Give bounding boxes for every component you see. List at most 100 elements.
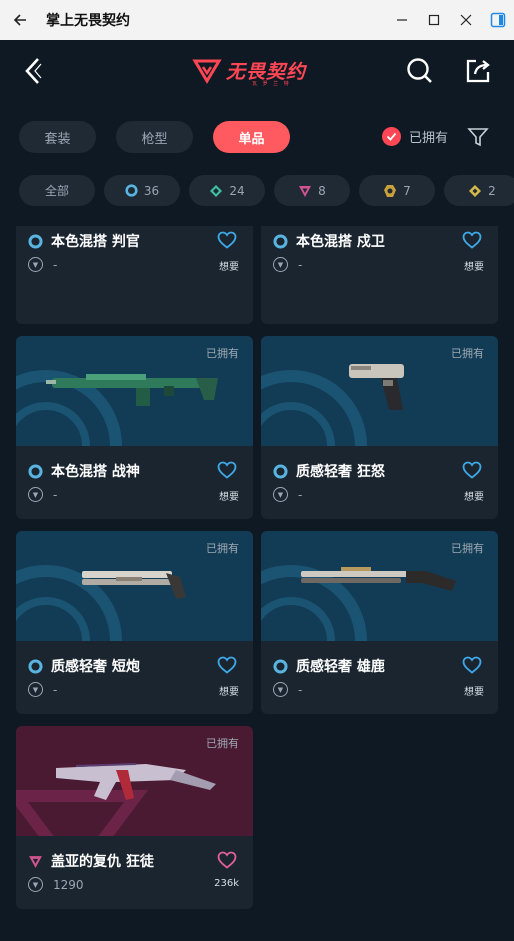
tab-bundles[interactable]: 套装 (19, 121, 96, 153)
sidebar-panel-icon (490, 12, 506, 28)
frenzy-pistol-image (349, 364, 404, 410)
skin-name: 盖亚的复仇 狂徒 (51, 854, 154, 870)
want-label[interactable]: 想要 (464, 488, 484, 503)
back-button[interactable] (16, 54, 50, 88)
maximize-button[interactable] (418, 0, 450, 40)
close-button[interactable] (450, 0, 482, 40)
arrow-left-icon (13, 14, 26, 26)
chip-count: 24 (229, 183, 245, 198)
select-tier-icon (273, 233, 288, 249)
skin-name: 质感轻奢 短炮 (51, 659, 140, 675)
funnel-icon (467, 128, 489, 147)
chip-label: 全部 (44, 184, 69, 198)
chip-exclusive-tier[interactable]: 7 (359, 175, 435, 206)
skin-price: - (53, 257, 58, 272)
valorant-logo: 无畏契约 瓦 罗 兰 特 (192, 52, 322, 88)
skin-card[interactable]: 已拥有 质感轻奢 短炮 ▼ - 想要 (16, 531, 253, 714)
heart-icon[interactable] (462, 461, 482, 479)
select-tier-icon (28, 463, 43, 479)
chip-deluxe-tier[interactable]: 24 (189, 175, 265, 206)
share-icon (466, 59, 490, 83)
skin-price: 1290 (53, 877, 84, 892)
share-button[interactable] (461, 54, 495, 88)
want-label[interactable]: 想要 (219, 258, 239, 273)
heart-icon[interactable] (462, 656, 482, 674)
skin-name: 本色混搭 战神 (51, 464, 140, 480)
vp-currency-icon: ▼ (28, 487, 43, 502)
want-label[interactable]: 想要 (464, 258, 484, 273)
select-tier-icon (273, 463, 288, 479)
skin-image: 已拥有 (16, 726, 253, 836)
minimize-icon (397, 19, 407, 21)
skin-card[interactable]: 已拥有 质感轻奢 雄鹿 ▼ - 想要 (261, 531, 498, 714)
app-header: 无畏契约 瓦 罗 兰 特 (0, 40, 514, 102)
skin-card[interactable]: 已拥有 质感轻奢 狂怒 ▼ - 想要 (261, 336, 498, 519)
skin-grid: 本色混搭 判官 ▼ - 想要 本色混搭 戍卫 ▼ - 想要 已拥有 本色混搭 战… (16, 226, 498, 941)
skin-card[interactable]: 已拥有 本色混搭 战神 ▼ - 想要 (16, 336, 253, 519)
heart-icon[interactable] (217, 461, 237, 479)
heart-icon[interactable] (217, 231, 237, 249)
skin-card[interactable]: 本色混搭 戍卫 ▼ - 想要 (261, 226, 498, 324)
owned-filter-label: 已拥有 (409, 131, 449, 146)
skin-image: 已拥有 (261, 336, 498, 446)
chip-count: 2 (488, 183, 496, 198)
logo-subtitle: 瓦 罗 兰 特 (252, 81, 291, 87)
vp-currency-icon: ▼ (28, 877, 43, 892)
vp-currency-icon: ▼ (28, 257, 43, 272)
checked-circle-icon (382, 127, 401, 146)
premium-tier-icon (29, 855, 42, 868)
owned-tag: 已拥有 (206, 542, 239, 555)
owned-tag: 已拥有 (206, 347, 239, 360)
chevron-left-icon (25, 58, 42, 84)
select-tier-icon (125, 184, 138, 197)
category-tabs: 套装 枪型 单品 (19, 121, 290, 153)
skin-name: 质感轻奢 狂怒 (296, 464, 385, 480)
vp-currency-icon: ▼ (273, 682, 288, 697)
skin-name: 质感轻奢 雄鹿 (296, 659, 385, 675)
window-back-button[interactable] (0, 0, 40, 40)
rarity-filter-bar: 全部 36 24 8 7 2 (19, 175, 514, 207)
odin-rifle-image (46, 374, 218, 406)
bucky-shotgun-image (301, 567, 456, 591)
ultra-tier-icon (469, 184, 482, 197)
vp-currency-icon: ▼ (273, 257, 288, 272)
want-count[interactable]: 236k (214, 878, 239, 889)
premium-tier-icon (299, 185, 312, 197)
want-label[interactable]: 想要 (219, 683, 239, 698)
exclusive-tier-icon (384, 184, 397, 197)
heart-icon[interactable] (217, 851, 237, 869)
heart-icon[interactable] (462, 231, 482, 249)
heart-icon[interactable] (217, 656, 237, 674)
maximize-icon (428, 14, 440, 26)
sidebar-toggle-button[interactable] (482, 0, 514, 40)
owned-filter-toggle[interactable]: 已拥有 (382, 127, 448, 146)
skin-image: 已拥有 (261, 531, 498, 641)
filter-button[interactable] (467, 126, 489, 148)
chip-count: 7 (403, 183, 411, 198)
want-label[interactable]: 想要 (464, 683, 484, 698)
vp-currency-icon: ▼ (273, 487, 288, 502)
deluxe-tier-icon (210, 184, 223, 197)
chip-select-tier[interactable]: 36 (104, 175, 180, 206)
vp-currency-icon: ▼ (28, 682, 43, 697)
want-label[interactable]: 想要 (219, 488, 239, 503)
select-tier-icon (28, 658, 43, 674)
select-tier-icon (273, 658, 288, 674)
skin-price: - (298, 682, 303, 697)
skin-card[interactable]: 已拥有 盖亚的复仇 狂徒 ▼ 1290 236k (16, 726, 253, 909)
minimize-button[interactable] (386, 0, 418, 40)
skin-price: - (298, 257, 303, 272)
chip-all[interactable]: 全部 (19, 175, 95, 206)
tab-weapon-type[interactable]: 枪型 (116, 121, 193, 153)
search-button[interactable] (403, 54, 437, 88)
valorant-v-icon (192, 59, 222, 84)
chip-ultra-tier[interactable]: 2 (444, 175, 514, 206)
skin-image: 已拥有 (16, 531, 253, 641)
skin-card[interactable]: 本色混搭 判官 ▼ - 想要 (16, 226, 253, 324)
skin-name: 本色混搭 戍卫 (296, 234, 385, 250)
chip-premium-tier[interactable]: 8 (274, 175, 350, 206)
tab-single-items[interactable]: 单品 (213, 121, 290, 153)
window-title: 掌上无畏契约 (46, 13, 130, 29)
owned-tag: 已拥有 (206, 737, 239, 750)
owned-tag: 已拥有 (451, 542, 484, 555)
